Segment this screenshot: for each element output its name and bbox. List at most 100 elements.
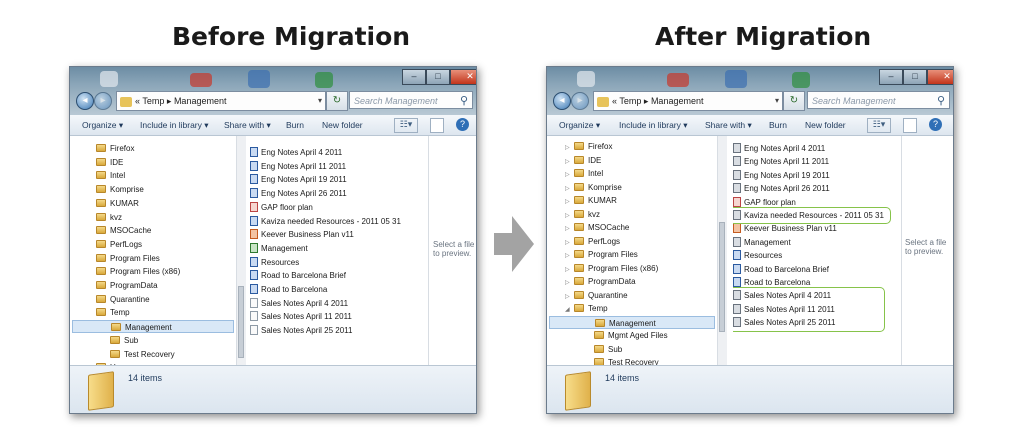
nav-item-perflogs[interactable]: ▷ PerfLogs xyxy=(565,235,717,248)
share-with-menu[interactable]: Share with ▾ xyxy=(224,120,271,131)
include-in-library-menu[interactable]: Include in library ▾ xyxy=(619,120,688,131)
new-folder-button[interactable]: New folder xyxy=(322,120,363,130)
nav-item-ide[interactable]: IDE xyxy=(96,156,236,169)
breadcrumb-temp[interactable]: Temp xyxy=(142,96,164,106)
chevron-down-icon[interactable]: ▾ xyxy=(318,92,322,110)
view-options-icon[interactable]: ☷▾ xyxy=(867,118,891,133)
preview-pane-icon[interactable] xyxy=(903,118,917,133)
forward-button[interactable]: ▸ xyxy=(94,92,112,110)
nav-item-komprise[interactable]: ▷ Komprise xyxy=(565,181,717,194)
address-bar[interactable]: « Temp ▸ Management ▾ xyxy=(593,91,783,111)
file-item[interactable]: Eng Notes April 11 2011 xyxy=(250,160,346,173)
file-item[interactable]: Eng Notes April 26 2011 xyxy=(250,187,347,200)
nav-item-quarantine[interactable]: Quarantine xyxy=(96,293,236,306)
nav-item-firefox[interactable]: Firefox xyxy=(96,142,236,155)
new-folder-button[interactable]: New folder xyxy=(805,120,846,130)
back-button[interactable]: ◂ xyxy=(76,92,94,110)
nav-item-test-recovery[interactable]: Test Recovery xyxy=(585,356,717,365)
file-item[interactable]: Eng Notes April 4 2011 xyxy=(250,146,342,159)
search-icon[interactable]: ⚲ xyxy=(460,92,468,110)
file-item[interactable]: Road to Barcelona Brief xyxy=(733,263,829,276)
nav-item-kvz[interactable]: ▷ kvz xyxy=(565,208,717,221)
file-item[interactable]: Resources xyxy=(733,249,782,262)
file-item[interactable]: Eng Notes April 26 2011 xyxy=(733,182,830,195)
nav-item-programdata[interactable]: ProgramData xyxy=(96,279,236,292)
close-button[interactable]: ✕ xyxy=(450,69,476,85)
nav-item-perflogs[interactable]: PerfLogs xyxy=(96,238,236,251)
search-input[interactable]: Search Management ⚲ xyxy=(807,91,950,109)
refresh-button[interactable]: ↻ xyxy=(783,91,805,111)
nav-item-quarantine[interactable]: ▷ Quarantine xyxy=(565,289,717,302)
nav-item-msocache[interactable]: ▷ MSOCache xyxy=(565,221,717,234)
file-name: Sales Notes April 4 2011 xyxy=(261,298,349,308)
file-item[interactable]: Sales Notes April 4 2011 xyxy=(250,297,348,310)
search-input[interactable]: Search Management ⚲ xyxy=(349,91,473,109)
file-item[interactable]: Eng Notes April 4 2011 xyxy=(733,142,825,155)
breadcrumb-temp[interactable]: Temp xyxy=(619,96,641,106)
maximize-button[interactable]: □ xyxy=(903,69,927,85)
search-icon[interactable]: ⚲ xyxy=(937,92,945,110)
chevron-down-icon[interactable]: ▾ xyxy=(775,92,779,110)
nav-item-temp[interactable]: ◢ Temp xyxy=(565,302,717,315)
nav-item-sub[interactable]: Sub xyxy=(110,334,236,347)
minimize-button[interactable]: – xyxy=(879,69,903,85)
organize-menu[interactable]: Organize ▾ xyxy=(559,120,600,131)
nav-item-program-files-x86[interactable]: Program Files (x86) xyxy=(96,265,236,278)
nav-item-program-files-x86[interactable]: ▷ Program Files (x86) xyxy=(565,262,717,275)
nav-item-sub[interactable]: Sub xyxy=(585,343,717,356)
share-with-menu[interactable]: Share with ▾ xyxy=(705,120,752,131)
nav-scrollbar[interactable] xyxy=(717,136,727,365)
nav-item-komprise[interactable]: Komprise xyxy=(96,183,236,196)
nav-item-kumar[interactable]: ▷ KUMAR xyxy=(565,194,717,207)
include-in-library-menu[interactable]: Include in library ▾ xyxy=(140,120,209,131)
file-item[interactable]: Eng Notes April 19 2011 xyxy=(250,173,347,186)
organize-menu[interactable]: Organize ▾ xyxy=(82,120,123,131)
file-item[interactable]: Management xyxy=(250,242,308,255)
file-item[interactable]: Keever Business Plan v11 xyxy=(250,228,354,241)
nav-item-test-recovery[interactable]: Test Recovery xyxy=(110,348,236,361)
file-item[interactable]: Kaviza needed Resources - 2011 05 31 xyxy=(250,215,401,228)
minimize-button[interactable]: – xyxy=(402,69,426,85)
help-icon[interactable]: ? xyxy=(929,118,942,131)
file-item[interactable]: Eng Notes April 19 2011 xyxy=(733,169,830,182)
nav-item-management[interactable]: Management xyxy=(72,320,234,334)
nav-item-intel[interactable]: Intel xyxy=(96,169,236,182)
burn-button[interactable]: Burn xyxy=(769,120,787,130)
file-item[interactable]: Sales Notes April 25 2011 xyxy=(250,324,352,337)
nav-item-mgmt-aged-files[interactable]: Mgmt Aged Files xyxy=(585,329,717,342)
nav-item-firefox[interactable]: ▷ Firefox xyxy=(565,140,717,153)
file-item[interactable]: Eng Notes April 11 2011 xyxy=(733,155,829,168)
file-item[interactable]: Resources xyxy=(250,256,299,269)
scrollbar-thumb[interactable] xyxy=(719,222,725,332)
view-options-icon[interactable]: ☷▾ xyxy=(394,118,418,133)
refresh-button[interactable]: ↻ xyxy=(326,91,348,111)
file-item[interactable]: Management xyxy=(733,236,791,249)
nav-item-program-files[interactable]: Program Files xyxy=(96,252,236,265)
nav-item-kumar[interactable]: KUMAR xyxy=(96,197,236,210)
forward-button[interactable]: ▸ xyxy=(571,92,589,110)
back-button[interactable]: ◂ xyxy=(553,92,571,110)
file-item[interactable]: Road to Barcelona Brief xyxy=(250,269,346,282)
scrollbar-thumb[interactable] xyxy=(238,286,244,358)
breadcrumb-management[interactable]: Management xyxy=(174,96,227,106)
preview-pane-icon[interactable] xyxy=(430,118,444,133)
address-bar[interactable]: « Temp ▸ Management ▾ xyxy=(116,91,326,111)
nav-item-msocache[interactable]: MSOCache xyxy=(96,224,236,237)
nav-item-intel[interactable]: ▷ Intel xyxy=(565,167,717,180)
file-item[interactable]: GAP floor plan xyxy=(250,201,313,214)
nav-item-program-files[interactable]: ▷ Program Files xyxy=(565,248,717,261)
maximize-button[interactable]: □ xyxy=(426,69,450,85)
nav-item-management[interactable]: Management xyxy=(549,315,715,329)
file-item[interactable]: Sales Notes April 11 2011 xyxy=(250,310,352,323)
nav-item-kvz[interactable]: kvz xyxy=(96,211,236,224)
nav-scrollbar[interactable] xyxy=(236,136,246,365)
nav-item-temp[interactable]: Temp xyxy=(96,306,236,319)
burn-button[interactable]: Burn xyxy=(286,120,304,130)
help-icon[interactable]: ? xyxy=(456,118,469,131)
file-item[interactable]: Road to Barcelona xyxy=(250,283,327,296)
breadcrumb-management[interactable]: Management xyxy=(651,96,704,106)
nav-item-ide[interactable]: ▷ IDE xyxy=(565,154,717,167)
file-item[interactable]: Keever Business Plan v11 xyxy=(733,222,837,235)
close-button[interactable]: ✕ xyxy=(927,69,953,85)
nav-item-programdata[interactable]: ▷ ProgramData xyxy=(565,275,717,288)
